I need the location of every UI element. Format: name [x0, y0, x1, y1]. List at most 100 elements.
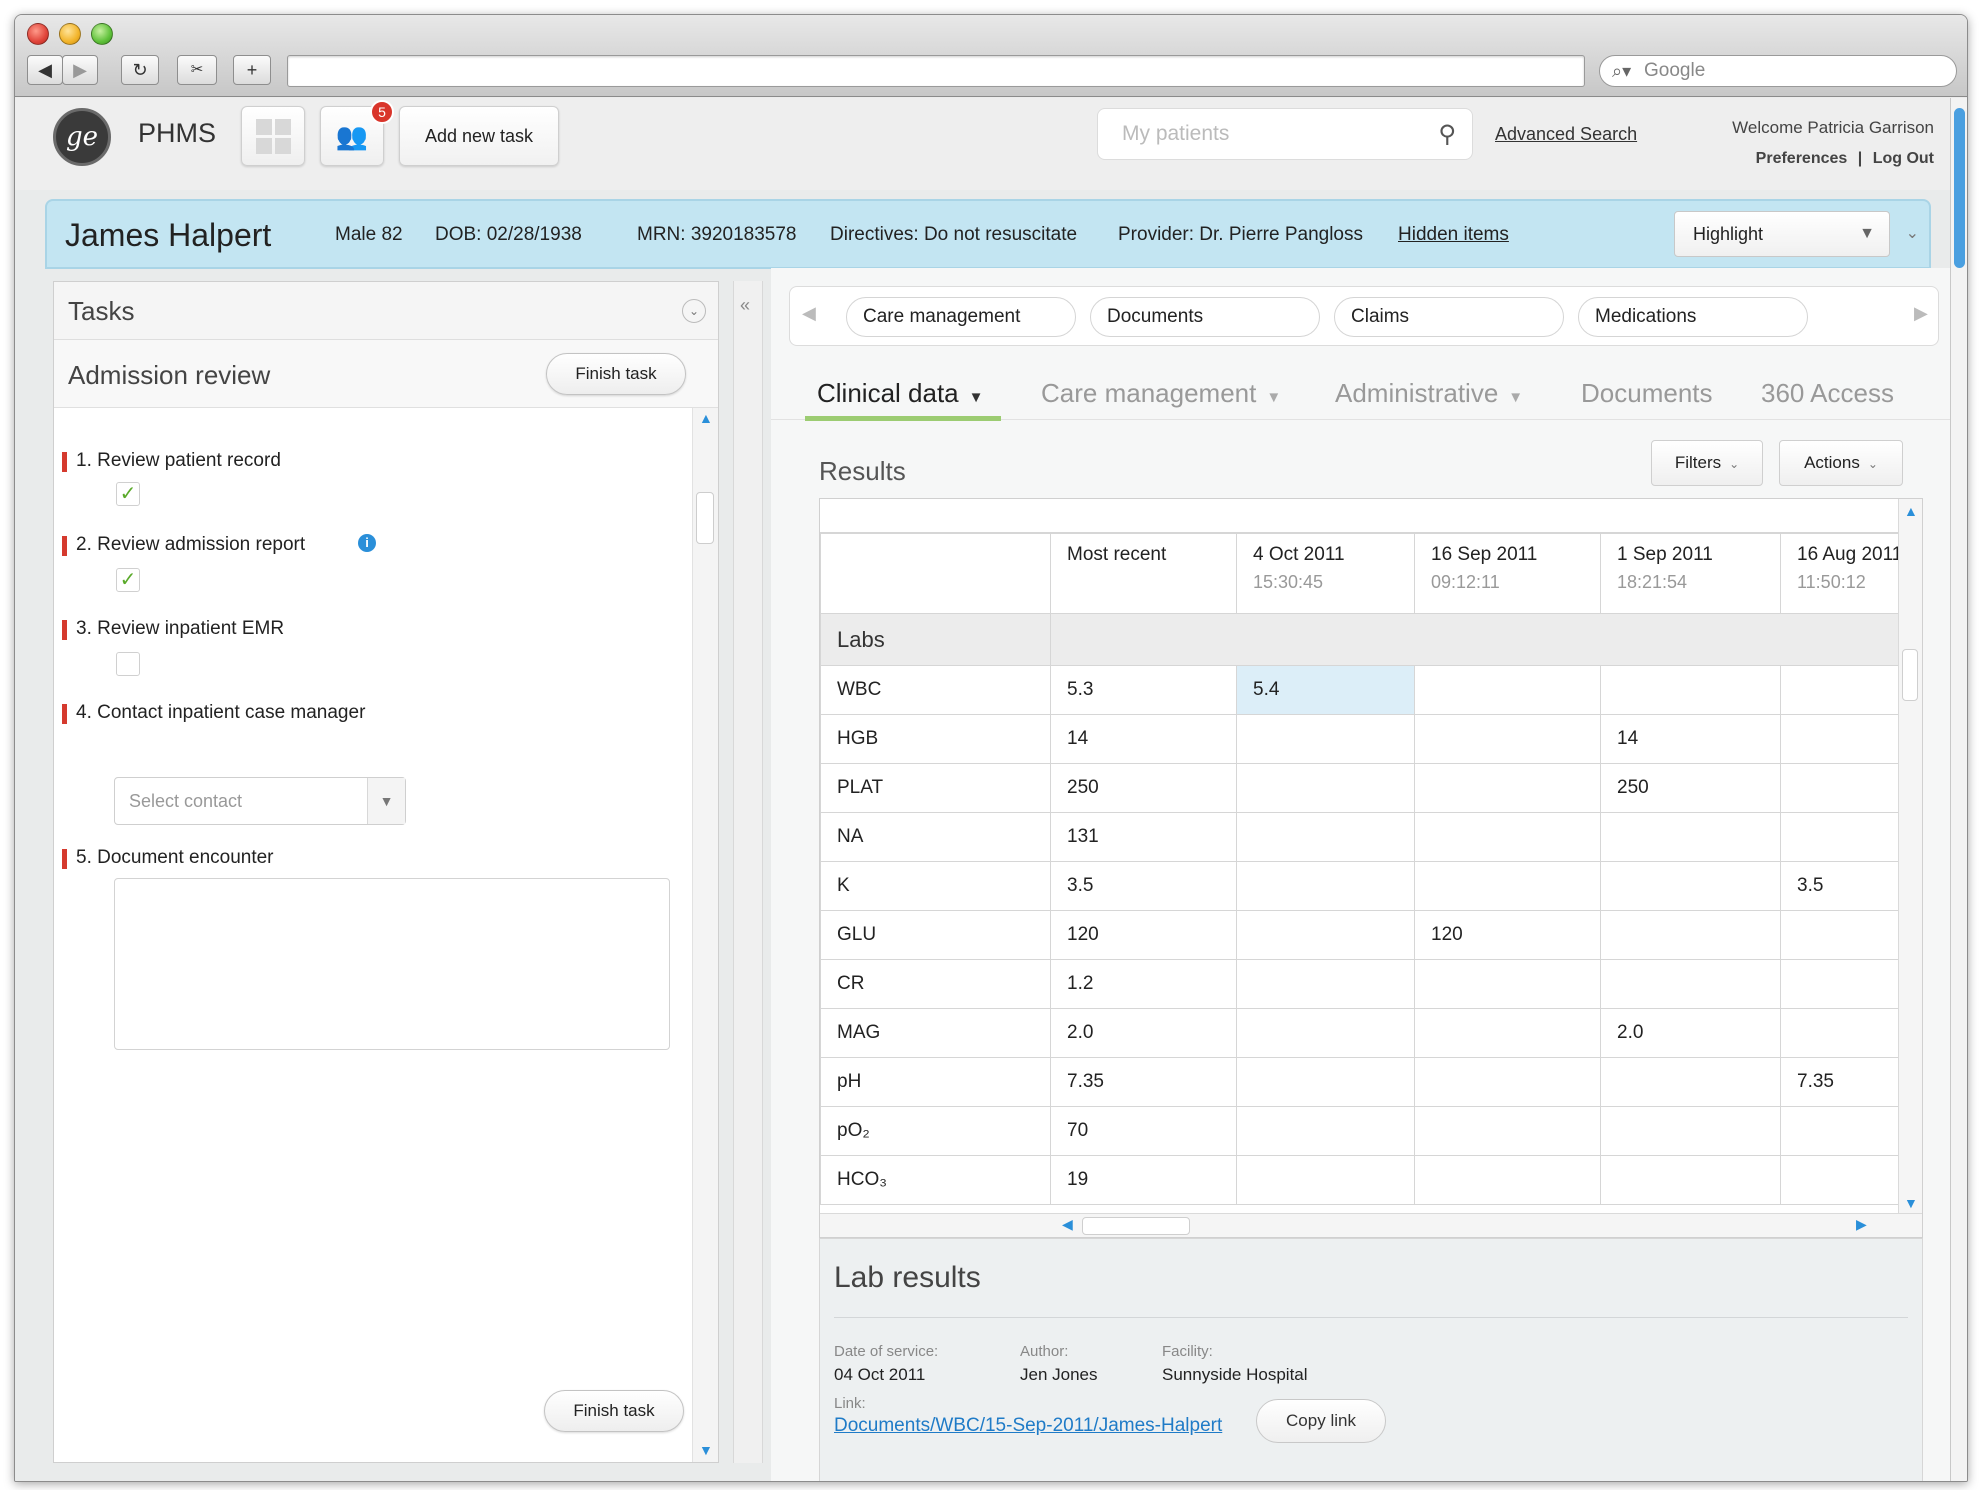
lab-value-cell[interactable]: 2.0 — [1600, 1008, 1781, 1058]
scroll-right-icon[interactable]: ▶ — [1856, 1216, 1867, 1233]
quick-tab-claims[interactable]: Claims — [1334, 297, 1564, 337]
lab-value-cell[interactable]: 120 — [1414, 910, 1601, 960]
lab-value-cell[interactable] — [1236, 1008, 1415, 1058]
column-header[interactable]: Most recent — [1050, 533, 1237, 614]
lab-value-cell[interactable] — [1600, 1106, 1781, 1156]
table-row[interactable]: K 3.5 3.5 — [820, 861, 1904, 911]
lab-value-cell[interactable]: 3.5 — [1779, 861, 1904, 911]
step-checkbox[interactable] — [116, 652, 140, 676]
quick-tab-care-management[interactable]: Care management — [846, 297, 1076, 337]
lab-value-cell[interactable]: 250 — [1600, 763, 1781, 813]
table-row[interactable]: CR 1.2 — [820, 959, 1904, 1009]
page-scrollbar[interactable] — [1950, 98, 1967, 1481]
search-icon[interactable]: ⚲ — [1438, 110, 1456, 160]
collapse-left-icon[interactable]: « — [740, 295, 750, 316]
preferences-link[interactable]: Preferences — [1756, 150, 1848, 167]
scroll-thumb[interactable] — [1954, 108, 1965, 268]
lab-value-cell[interactable] — [1600, 910, 1781, 960]
lab-value-cell[interactable] — [1236, 763, 1415, 813]
lab-value-cell[interactable] — [1236, 812, 1415, 862]
lab-value-cell[interactable] — [1600, 1155, 1781, 1205]
collapse-tasks-icon[interactable]: ⌄ — [682, 299, 706, 323]
tab-clinical-data[interactable]: Clinical data ▼ — [817, 378, 984, 409]
my-patients-search-input[interactable]: My patients ⚲ — [1097, 108, 1473, 160]
reload-icon[interactable]: ↻ — [121, 55, 159, 85]
lab-value-cell[interactable]: 7.35 — [1050, 1057, 1237, 1107]
lab-value-cell[interactable] — [1236, 959, 1415, 1009]
scroll-down-icon[interactable]: ▼ — [1904, 1195, 1918, 1211]
lab-value-cell[interactable]: 120 — [1050, 910, 1237, 960]
add-new-task-button[interactable]: Add new task — [399, 106, 559, 166]
scroll-left-icon[interactable]: ◀ — [1062, 1216, 1073, 1233]
lab-value-cell[interactable]: 250 — [1050, 763, 1237, 813]
lab-value-cell[interactable] — [1779, 665, 1904, 715]
column-header[interactable]: 1 Sep 2011 18:21:54 — [1600, 533, 1781, 614]
lab-value-cell[interactable] — [1414, 812, 1601, 862]
actions-button[interactable]: Actions ⌄ — [1779, 440, 1903, 486]
back-icon[interactable]: ◀ — [27, 55, 63, 85]
lab-value-cell[interactable]: 14 — [1050, 714, 1237, 764]
close-window-button[interactable] — [27, 23, 49, 45]
table-row[interactable]: NA 131 — [820, 812, 1904, 862]
lab-value-cell[interactable] — [1779, 812, 1904, 862]
minimize-window-button[interactable] — [59, 23, 81, 45]
table-row[interactable]: GLU 120 120 — [820, 910, 1904, 960]
step-checkbox[interactable]: ✓ — [116, 568, 140, 592]
forward-icon[interactable]: ▶ — [62, 55, 98, 85]
table-row[interactable]: HGB 14 14 — [820, 714, 1904, 764]
tab-administrative[interactable]: Administrative ▼ — [1335, 378, 1523, 409]
lab-value-cell[interactable] — [1414, 959, 1601, 1009]
document-encounter-textarea[interactable] — [114, 878, 670, 1050]
advanced-search-link[interactable]: Advanced Search — [1495, 124, 1637, 145]
filters-button[interactable]: Filters ⌄ — [1651, 440, 1763, 486]
tab-care-management[interactable]: Care management ▼ — [1041, 378, 1281, 409]
document-link[interactable]: Documents/WBC/15-Sep-2011/James-Halpert — [834, 1415, 1222, 1437]
scroll-up-icon[interactable]: ▲ — [699, 410, 713, 426]
lab-value-cell[interactable] — [1236, 1057, 1415, 1107]
lab-value-cell[interactable] — [1779, 910, 1904, 960]
lab-value-cell[interactable] — [1600, 812, 1781, 862]
finish-task-button[interactable]: Finish task — [544, 1390, 684, 1432]
lab-value-cell[interactable] — [1779, 763, 1904, 813]
chevron-right-icon[interactable]: ▶ — [1914, 303, 1928, 324]
tab-360-access[interactable]: 360 Access — [1761, 378, 1894, 409]
scroll-thumb[interactable] — [696, 492, 714, 544]
column-header[interactable]: 16 Sep 2011 09:12:11 — [1414, 533, 1601, 614]
lab-value-cell[interactable]: 7.35 — [1779, 1057, 1904, 1107]
quick-tab-medications[interactable]: Medications — [1578, 297, 1808, 337]
tab-documents[interactable]: Documents — [1581, 378, 1713, 409]
lab-value-cell[interactable] — [1414, 714, 1601, 764]
quick-tab-documents[interactable]: Documents — [1090, 297, 1320, 337]
lab-value-cell[interactable] — [1414, 1057, 1601, 1107]
table-row[interactable]: MAG 2.0 2.0 — [820, 1008, 1904, 1058]
lab-value-cell[interactable] — [1236, 1155, 1415, 1205]
lab-value-cell[interactable] — [1236, 861, 1415, 911]
lab-value-cell[interactable]: 131 — [1050, 812, 1237, 862]
table-row[interactable]: WBC 5.3 5.4 — [820, 665, 1904, 715]
lab-value-cell[interactable] — [1414, 665, 1601, 715]
info-icon[interactable]: i — [358, 534, 376, 552]
finish-task-button[interactable]: Finish task — [546, 353, 686, 395]
hidden-items-link[interactable]: Hidden items — [1398, 224, 1509, 246]
lab-value-cell[interactable]: 2.0 — [1050, 1008, 1237, 1058]
lab-value-cell[interactable] — [1414, 1106, 1601, 1156]
lab-value-cell[interactable]: 19 — [1050, 1155, 1237, 1205]
snippet-icon[interactable]: ✂ — [177, 55, 217, 85]
lab-value-cell[interactable]: 70 — [1050, 1106, 1237, 1156]
table-vertical-scrollbar[interactable]: ▲ ▼ — [1898, 499, 1922, 1215]
lab-value-cell[interactable] — [1600, 959, 1781, 1009]
lab-value-cell[interactable] — [1414, 1155, 1601, 1205]
lab-value-cell[interactable]: 14 — [1600, 714, 1781, 764]
chevron-down-icon[interactable]: ⌄ — [1906, 223, 1919, 243]
lab-value-cell[interactable]: 5.3 — [1050, 665, 1237, 715]
zoom-window-button[interactable] — [91, 23, 113, 45]
table-row[interactable]: HCO₃ 19 — [820, 1155, 1904, 1205]
lab-value-cell[interactable]: 1.2 — [1050, 959, 1237, 1009]
logout-link[interactable]: Log Out — [1873, 150, 1934, 167]
lab-value-cell[interactable] — [1414, 1008, 1601, 1058]
dashboard-grid-button[interactable] — [241, 106, 305, 166]
lab-value-cell[interactable]: 5.4 — [1236, 665, 1415, 715]
lab-value-cell[interactable] — [1779, 1106, 1904, 1156]
lab-value-cell[interactable] — [1779, 959, 1904, 1009]
lab-value-cell[interactable] — [1600, 1057, 1781, 1107]
